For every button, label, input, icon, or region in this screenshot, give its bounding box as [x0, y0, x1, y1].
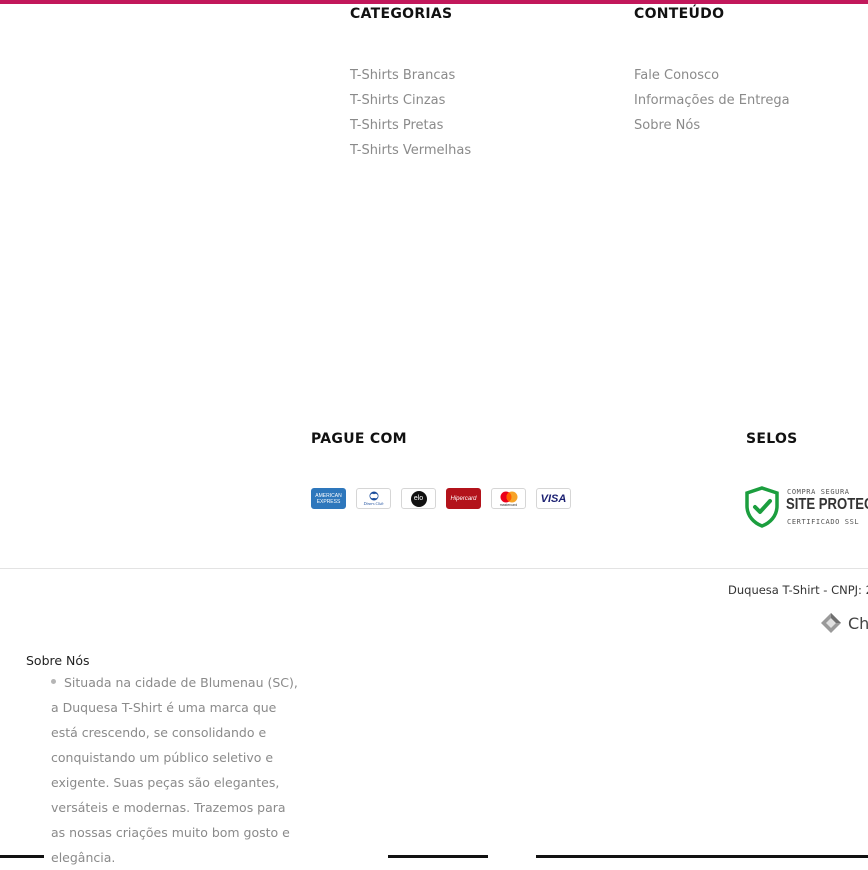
seal-main-text: SITE PROTEGIDO	[786, 496, 868, 513]
visa-icon: VISA	[536, 488, 571, 509]
developer-credit[interactable]: Chi	[820, 612, 868, 634]
category-link-brancas[interactable]: T-Shirts Brancas	[350, 68, 455, 83]
selos-section: SELOS	[746, 431, 798, 447]
ssl-seal: COMPRA SEGURA SITE PROTEGIDO CERTIFICADO…	[744, 486, 868, 530]
content-link-entrega[interactable]: Informações de Entrega	[634, 93, 790, 108]
category-link-vermelhas[interactable]: T-Shirts Vermelhas	[350, 143, 471, 158]
categorias-list: T-Shirts Brancas T-Shirts Cinzas T-Shirt…	[350, 61, 471, 161]
pague-com-section: PAGUE COM	[311, 431, 407, 447]
copyright-text: Duquesa T-Shirt - CNPJ: 2	[728, 583, 868, 597]
content-link-fale-conosco[interactable]: Fale Conosco	[634, 68, 719, 83]
conteudo-list: Fale Conosco Informações de Entrega Sobr…	[634, 61, 790, 136]
pague-com-heading: PAGUE COM	[311, 431, 407, 447]
bullet-icon	[51, 679, 56, 684]
seal-bottom-text: CERTIFICADO SSL	[787, 518, 860, 526]
about-text: Situada na cidade de Blumenau (SC), a Du…	[51, 675, 298, 865]
category-link-pretas[interactable]: T-Shirts Pretas	[350, 118, 443, 133]
selos-heading: SELOS	[746, 431, 798, 447]
about-item: Situada na cidade de Blumenau (SC), a Du…	[51, 670, 301, 870]
seal-top-text: COMPRA SEGURA	[787, 488, 850, 496]
hipercard-icon: Hipercard	[446, 488, 481, 509]
category-link-cinzas[interactable]: T-Shirts Cinzas	[350, 93, 445, 108]
conteudo-section: CONTEÚDO Fale Conosco Informações de Ent…	[634, 6, 790, 136]
categorias-heading: CATEGORIAS	[350, 6, 453, 22]
footer-divider	[0, 568, 868, 569]
categorias-section: CATEGORIAS T-Shirts Brancas T-Shirts Cin…	[350, 6, 471, 161]
shield-check-icon	[745, 486, 779, 528]
about-list: Situada na cidade de Blumenau (SC), a Du…	[51, 670, 301, 870]
top-accent-bar	[0, 0, 868, 4]
content-link-sobre-nos[interactable]: Sobre Nós	[634, 118, 700, 133]
about-title: Sobre Nós	[26, 653, 90, 668]
amex-icon: AMERICAN EXPRESS	[311, 488, 346, 509]
diners-club-icon: Diners Club	[356, 488, 391, 509]
payment-methods: AMERICAN EXPRESS Diners Club elo Hiperca…	[311, 488, 571, 509]
developer-name: Chi	[848, 613, 868, 633]
mastercard-icon: mastercard	[491, 488, 526, 509]
conteudo-heading: CONTEÚDO	[634, 6, 725, 22]
elo-icon: elo	[401, 488, 436, 509]
developer-logo-icon	[821, 613, 841, 633]
